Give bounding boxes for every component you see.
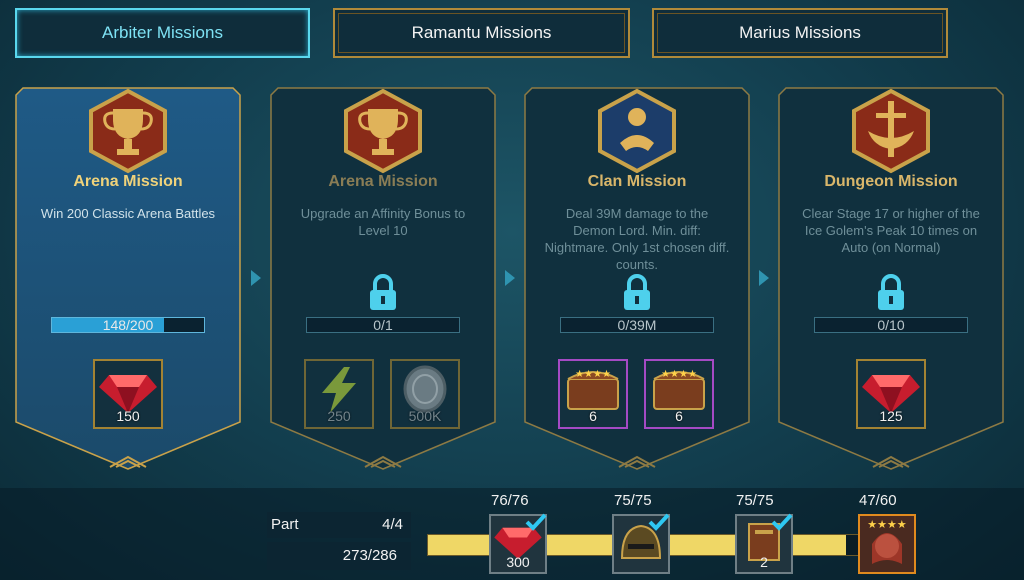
milestone-count: 47/60: [859, 492, 897, 509]
mission-title: Dungeon Mission: [824, 173, 958, 190]
mission-description: Win 200 Classic Arena Battles: [40, 206, 216, 221]
handshake-icon: [598, 88, 676, 174]
trophy-icon: [344, 88, 422, 174]
milestone-reward[interactable]: ★★★★: [858, 514, 916, 574]
tab-label: Ramantu Missions: [411, 23, 552, 42]
mission-card-clan-locked[interactable]: Clan Mission Deal 39M damage to the Demo…: [524, 87, 750, 470]
lock-icon: [624, 274, 650, 310]
reward-amount: 6: [675, 408, 683, 424]
progress-text: 0/39M: [617, 317, 657, 333]
part-value: 4/4: [382, 516, 403, 533]
milestone-reward[interactable]: 300: [489, 513, 547, 574]
part-total-progress: 273/286: [342, 547, 397, 564]
mission-progress-bar: 0/39M: [560, 317, 714, 333]
mission-description: Upgrade an Affinity Bonus to Level 10: [300, 206, 466, 238]
sword-emblem-icon: [852, 88, 930, 174]
part-row: Part 4/4: [267, 512, 411, 538]
milestone-amount: 300: [506, 554, 530, 570]
tab-label: Arbiter Missions: [102, 23, 223, 42]
card-ornament: [618, 455, 656, 468]
progress-text: 0/1: [373, 317, 393, 333]
card-ornament: [364, 455, 402, 468]
tab-arbiter-missions[interactable]: Arbiter Missions: [15, 8, 310, 58]
milestone-count: 76/76: [491, 492, 529, 509]
milestone-reward[interactable]: [612, 513, 670, 574]
part-total-row: 273/286: [267, 542, 411, 570]
milestone-amount: 2: [760, 554, 768, 570]
trophy-icon: [89, 88, 167, 174]
mission-progress-bar: 0/10: [814, 317, 968, 333]
milestone-count: 75/75: [614, 492, 652, 509]
mission-card-arena-active[interactable]: Arena Mission Win 200 Classic Arena Batt…: [15, 87, 241, 470]
reward-amount: 6: [589, 408, 597, 424]
reward-slot[interactable]: ★★★★ 6: [644, 359, 714, 429]
tab-label: Marius Missions: [739, 23, 861, 42]
milestone-reward[interactable]: 2: [735, 513, 793, 574]
card-ornament: [872, 455, 910, 468]
reward-slot[interactable]: 125: [856, 359, 926, 429]
lock-icon: [370, 274, 396, 310]
mission-title: Arena Mission: [328, 173, 438, 190]
arrow-right-icon: [505, 270, 515, 286]
reward-slot[interactable]: 150: [93, 359, 163, 429]
reward-slot[interactable]: 500K: [390, 359, 460, 429]
mission-progress-bar: 0/1: [306, 317, 460, 333]
reward-amount: 150: [116, 408, 140, 424]
check-icon: [525, 513, 547, 531]
reward-amount: 250: [327, 408, 351, 424]
champion-portrait-icon: ★★★★: [860, 516, 914, 572]
progress-text: 148/200: [102, 317, 154, 333]
tab-marius-missions[interactable]: Marius Missions: [652, 8, 948, 58]
tab-ramantu-missions[interactable]: Ramantu Missions: [333, 8, 630, 58]
svg-text:★★★★: ★★★★: [661, 369, 697, 380]
mission-title: Arena Mission: [73, 173, 183, 190]
svg-text:★★★★: ★★★★: [867, 518, 907, 531]
arrow-right-icon: [251, 270, 261, 286]
progress-text: 0/10: [877, 317, 905, 333]
mission-description: Deal 39M damage to the Demon Lord. Min. …: [544, 206, 730, 272]
reward-amount: 500K: [408, 408, 442, 424]
reward-slot[interactable]: ★★★★ 6: [558, 359, 628, 429]
arrow-right-icon: [759, 270, 769, 286]
mission-card-dungeon-locked[interactable]: Dungeon Mission Clear Stage 17 or higher…: [778, 87, 1004, 470]
mission-progress-bar: 148/200: [51, 317, 205, 333]
mission-card-arena-locked[interactable]: Arena Mission Upgrade an Affinity Bonus …: [270, 87, 496, 470]
check-icon: [648, 513, 670, 531]
lock-icon: [878, 274, 904, 310]
reward-slot[interactable]: 250: [304, 359, 374, 429]
reward-amount: 125: [879, 408, 903, 424]
check-icon: [771, 513, 793, 531]
part-label: Part: [271, 516, 299, 533]
svg-text:★★★★: ★★★★: [575, 369, 611, 380]
mission-title: Clan Mission: [587, 173, 687, 190]
mission-description: Clear Stage 17 or higher of the Ice Gole…: [802, 206, 980, 255]
milestone-count: 75/75: [736, 492, 774, 509]
card-ornament: [109, 455, 147, 468]
